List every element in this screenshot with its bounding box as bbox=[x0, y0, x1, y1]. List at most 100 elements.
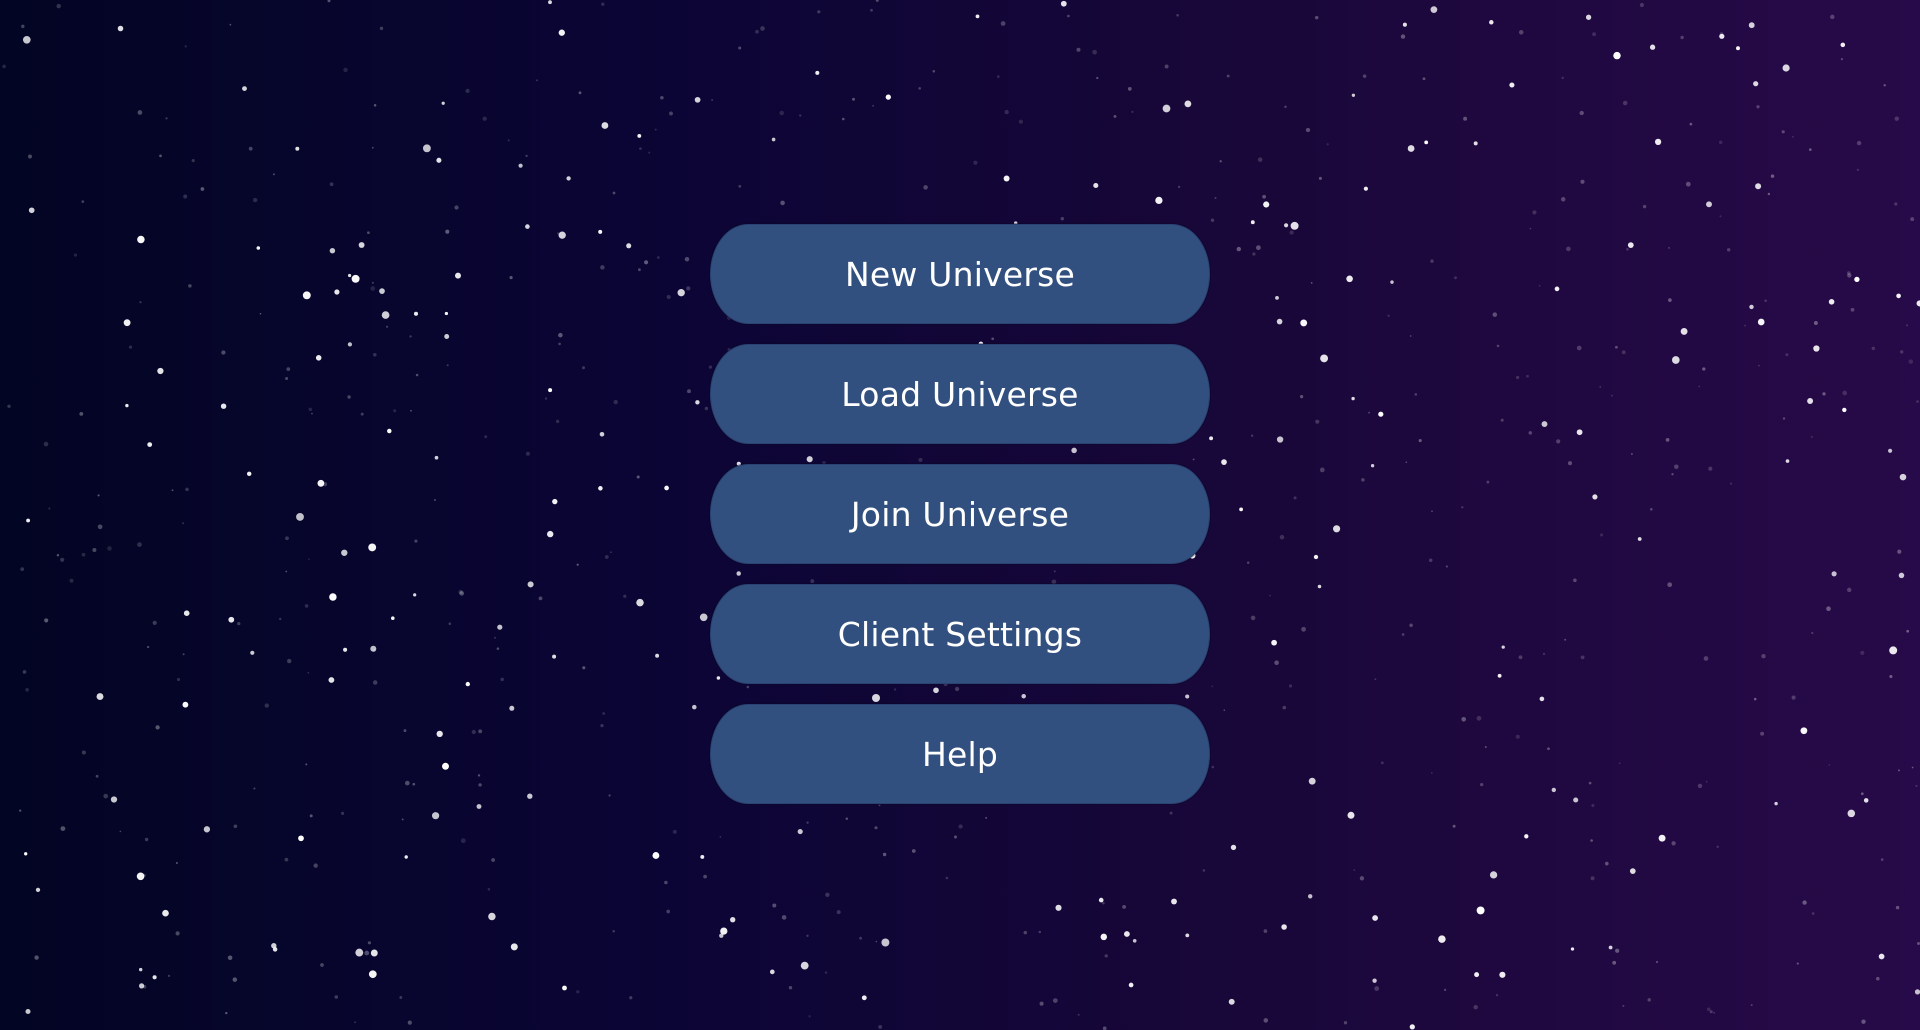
star bbox=[872, 104, 875, 107]
star bbox=[1473, 1005, 1478, 1010]
star bbox=[1274, 660, 1279, 666]
star bbox=[1096, 76, 1099, 80]
new-universe-button[interactable]: New Universe bbox=[710, 224, 1210, 324]
star bbox=[1004, 109, 1009, 115]
star bbox=[1497, 673, 1502, 678]
star bbox=[284, 857, 289, 862]
client-settings-button[interactable]: Client Settings bbox=[710, 584, 1210, 684]
star bbox=[347, 342, 353, 347]
star bbox=[81, 750, 86, 755]
star bbox=[442, 762, 449, 770]
star bbox=[548, 0, 552, 5]
load-universe-button[interactable]: Load Universe bbox=[710, 344, 1210, 444]
star bbox=[666, 294, 671, 300]
star bbox=[1319, 467, 1325, 473]
star bbox=[1889, 646, 1898, 655]
star bbox=[1626, 247, 1629, 251]
star bbox=[677, 289, 685, 297]
star bbox=[686, 286, 691, 291]
star bbox=[1480, 782, 1484, 787]
star bbox=[1430, 771, 1433, 774]
star bbox=[493, 636, 497, 639]
star bbox=[799, 114, 802, 117]
star bbox=[434, 499, 436, 501]
star bbox=[1840, 42, 1846, 48]
star bbox=[1454, 276, 1457, 280]
star bbox=[347, 273, 352, 278]
star bbox=[123, 319, 131, 327]
star bbox=[769, 969, 775, 975]
star bbox=[558, 231, 566, 239]
star bbox=[1445, 565, 1449, 568]
star bbox=[1541, 421, 1548, 428]
star bbox=[1018, 119, 1024, 124]
star bbox=[885, 94, 891, 100]
star bbox=[298, 835, 304, 842]
star bbox=[1351, 93, 1356, 97]
star bbox=[184, 45, 187, 48]
star bbox=[1621, 350, 1626, 355]
star bbox=[1608, 945, 1613, 950]
star bbox=[272, 947, 278, 952]
star bbox=[188, 284, 192, 288]
join-universe-button[interactable]: Join Universe bbox=[710, 464, 1210, 564]
star bbox=[404, 855, 408, 859]
star bbox=[1703, 656, 1709, 661]
star bbox=[1271, 639, 1277, 646]
star bbox=[1279, 534, 1285, 540]
star bbox=[1554, 286, 1560, 292]
star bbox=[1221, 459, 1227, 465]
star bbox=[1039, 1001, 1044, 1006]
star bbox=[137, 110, 143, 115]
star bbox=[1863, 798, 1869, 803]
star bbox=[144, 837, 149, 842]
star bbox=[401, 818, 404, 821]
star bbox=[227, 955, 233, 961]
star bbox=[613, 399, 618, 405]
star bbox=[159, 154, 162, 158]
star bbox=[1326, 143, 1329, 146]
star bbox=[1409, 335, 1412, 337]
star bbox=[510, 943, 518, 951]
star bbox=[652, 852, 660, 859]
star bbox=[1347, 811, 1355, 819]
star bbox=[1363, 186, 1368, 191]
star bbox=[117, 25, 124, 32]
star bbox=[1230, 844, 1237, 851]
star bbox=[1573, 797, 1579, 803]
star bbox=[248, 146, 253, 151]
star bbox=[7, 404, 11, 408]
star bbox=[1753, 697, 1757, 701]
star bbox=[578, 91, 582, 95]
star bbox=[1263, 1018, 1269, 1023]
star bbox=[142, 985, 147, 989]
star bbox=[1668, 246, 1671, 249]
star bbox=[1588, 781, 1592, 785]
star bbox=[1842, 390, 1848, 396]
star bbox=[738, 184, 742, 188]
help-button[interactable]: Help bbox=[710, 704, 1210, 804]
star bbox=[1906, 629, 1910, 633]
star bbox=[1067, 14, 1070, 18]
star bbox=[598, 229, 603, 234]
star bbox=[1802, 900, 1807, 905]
star bbox=[28, 207, 35, 214]
star bbox=[1162, 104, 1171, 113]
star bbox=[107, 546, 112, 551]
star bbox=[279, 617, 282, 621]
star bbox=[43, 441, 49, 447]
star bbox=[1424, 140, 1429, 145]
star bbox=[1351, 396, 1355, 401]
star bbox=[1719, 33, 1725, 39]
star bbox=[296, 512, 304, 521]
star bbox=[1764, 299, 1767, 302]
star bbox=[2, 64, 6, 69]
star bbox=[1538, 284, 1541, 287]
star bbox=[185, 487, 189, 492]
star bbox=[97, 524, 103, 530]
star bbox=[1760, 731, 1765, 736]
star bbox=[1698, 385, 1701, 388]
star bbox=[1239, 507, 1243, 512]
star bbox=[1269, 594, 1271, 597]
star bbox=[371, 281, 374, 284]
